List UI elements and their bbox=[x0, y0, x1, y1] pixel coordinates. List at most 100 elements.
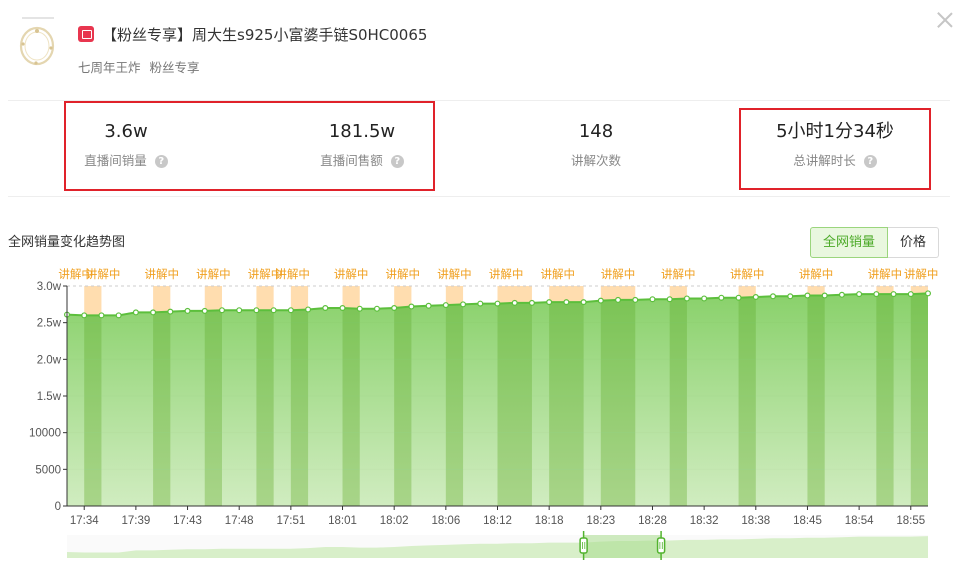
highlight-box bbox=[739, 108, 931, 190]
data-point bbox=[735, 294, 742, 301]
data-point bbox=[666, 296, 673, 303]
explain-label: 讲解中 bbox=[386, 267, 421, 281]
stat-label: 讲解次数 bbox=[570, 153, 621, 168]
tab-price[interactable]: 价格 bbox=[888, 227, 940, 258]
data-point bbox=[287, 307, 294, 314]
x-tick-label: 18:38 bbox=[741, 515, 770, 527]
explain-band-overlay bbox=[807, 295, 825, 506]
product-meta-tag: 粉丝专享 bbox=[149, 60, 200, 75]
explain-label: 讲解中 bbox=[334, 267, 369, 281]
x-tick-label: 18:54 bbox=[845, 515, 874, 527]
data-point bbox=[460, 301, 467, 308]
data-point bbox=[305, 306, 312, 313]
x-tick-label: 17:34 bbox=[70, 515, 99, 527]
x-tick-label: 18:32 bbox=[690, 515, 719, 527]
data-point bbox=[201, 307, 208, 314]
zoom-window[interactable] bbox=[583, 535, 662, 558]
explain-label: 讲解中 bbox=[904, 267, 939, 281]
data-point bbox=[701, 295, 708, 302]
explain-band-overlay bbox=[290, 309, 309, 506]
product-meta-tag: 七周年王炸 bbox=[78, 60, 141, 75]
sales-trend-chart: 0 5000 10000 1.5w 2.0w 2.5w 3.0w 17:34 17:39 17:4… bbox=[29, 267, 939, 560]
explain-label: 讲解中 bbox=[730, 267, 765, 281]
explain-band-overlay bbox=[600, 299, 636, 506]
data-point bbox=[373, 305, 380, 312]
explain-label: 讲解中 bbox=[196, 267, 231, 281]
chart-section-title: 全网销量变化趋势图 bbox=[8, 235, 126, 250]
data-point bbox=[167, 308, 174, 315]
data-point bbox=[770, 293, 777, 300]
data-point bbox=[236, 307, 243, 314]
explain-label: 讲解中 bbox=[868, 267, 903, 281]
zoom-handle[interactable] bbox=[579, 537, 588, 554]
explain-label: 讲解中 bbox=[489, 267, 524, 281]
explain-band-overlay bbox=[153, 311, 171, 506]
data-point bbox=[511, 299, 518, 306]
explain-label: 讲解中 bbox=[601, 267, 636, 281]
explain-label: 讲解中 bbox=[86, 267, 121, 281]
explain-band-overlay bbox=[876, 294, 894, 506]
data-point bbox=[873, 291, 880, 298]
explain-band-overlay bbox=[84, 315, 102, 506]
explain-band-overlay bbox=[256, 310, 274, 506]
explain-label: 讲解中 bbox=[144, 267, 179, 281]
divider bbox=[8, 196, 950, 197]
y-tick-label: 3.0w bbox=[37, 281, 62, 293]
data-point bbox=[391, 304, 398, 311]
x-tick-label: 18:28 bbox=[638, 515, 667, 527]
data-point bbox=[477, 300, 484, 307]
data-point bbox=[150, 309, 157, 316]
fan-exclusive-badge-icon bbox=[78, 26, 94, 42]
stat-value: 148 bbox=[578, 121, 614, 142]
tab-total-sales[interactable]: 全网销量 bbox=[810, 227, 889, 258]
explain-band-overlay bbox=[204, 310, 222, 506]
metric-tabs: 全网销量 价格 bbox=[810, 227, 940, 258]
data-point bbox=[546, 299, 553, 306]
data-point bbox=[115, 312, 122, 319]
data-point bbox=[718, 294, 725, 301]
explain-label: 讲解中 bbox=[661, 267, 696, 281]
product-title: 【粉丝专享】周大生s925小富婆手链S0HC0065 bbox=[102, 25, 428, 44]
data-point bbox=[649, 296, 656, 303]
product-title-row: 【粉丝专享】周大生s925小富婆手链S0HC0065 bbox=[78, 24, 427, 44]
data-point bbox=[580, 299, 587, 306]
y-tick-label: 0 bbox=[55, 501, 61, 513]
data-point bbox=[890, 291, 897, 298]
x-tick-label: 18:18 bbox=[535, 515, 564, 527]
x-tick-label: 18:06 bbox=[431, 515, 460, 527]
y-tick-label: 2.5w bbox=[37, 318, 62, 330]
x-tick-label: 18:12 bbox=[483, 515, 512, 527]
y-tick-label: 5000 bbox=[35, 464, 61, 476]
data-point bbox=[821, 292, 828, 299]
zoom-handle[interactable] bbox=[656, 537, 666, 554]
data-point bbox=[253, 307, 260, 314]
data-point bbox=[184, 307, 191, 314]
explain-label: 讲解中 bbox=[799, 267, 834, 281]
x-tick-label: 17:51 bbox=[276, 515, 305, 527]
x-tick-label: 18:45 bbox=[793, 515, 822, 527]
data-point bbox=[615, 296, 622, 303]
data-point bbox=[98, 312, 105, 319]
data-point bbox=[752, 293, 759, 300]
explain-band-overlay bbox=[738, 297, 756, 506]
x-tick-label: 17:39 bbox=[121, 515, 150, 527]
data-point bbox=[804, 292, 811, 299]
explain-band-overlay bbox=[394, 306, 412, 506]
data-point bbox=[270, 307, 277, 314]
data-point bbox=[132, 309, 139, 316]
explain-band-overlay bbox=[549, 302, 584, 506]
data-point bbox=[528, 299, 535, 306]
x-tick-label: 18:23 bbox=[586, 515, 615, 527]
y-tick-label: 2.0w bbox=[37, 354, 62, 366]
close-icon[interactable] bbox=[935, 10, 955, 30]
data-point bbox=[322, 304, 329, 311]
data-point bbox=[597, 297, 604, 304]
highlight-box bbox=[64, 101, 435, 191]
explain-label: 讲解中 bbox=[275, 267, 310, 281]
data-point bbox=[81, 312, 88, 319]
x-tick-label: 17:43 bbox=[173, 515, 202, 527]
data-point bbox=[408, 303, 415, 310]
explain-label: 讲解中 bbox=[541, 267, 576, 281]
data-point bbox=[563, 299, 570, 306]
product-meta: 七周年王炸 粉丝专享 bbox=[78, 57, 200, 76]
